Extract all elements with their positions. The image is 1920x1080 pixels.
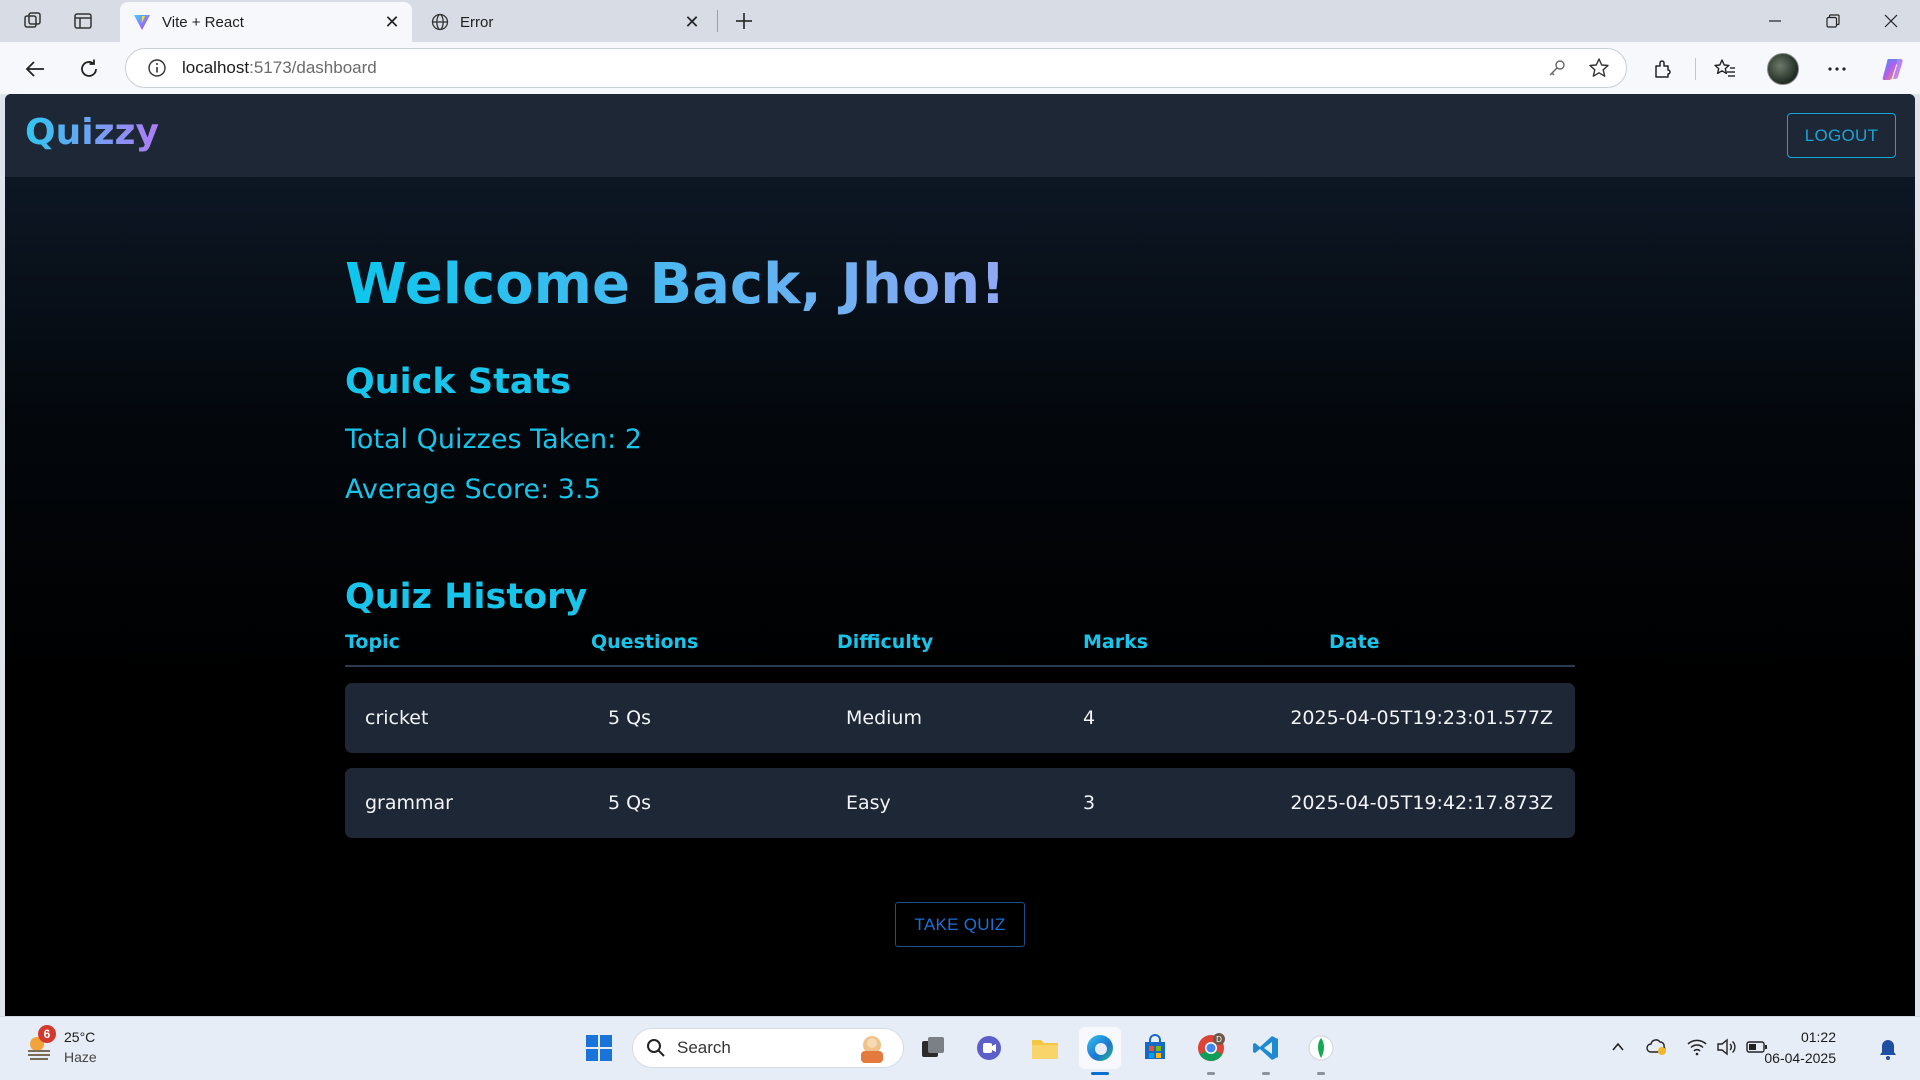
close-tab-icon[interactable]: ✕ bbox=[680, 10, 704, 34]
tab-vite-react[interactable]: Vite + React ✕ bbox=[120, 2, 412, 42]
dashboard-content: Welcome Back, Jhon! Quick Stats Total Qu… bbox=[5, 177, 1915, 1016]
table-row: grammar 5 Qs Easy 3 2025-04-05T19:42:17.… bbox=[345, 768, 1575, 838]
cell-marks: 4 bbox=[1083, 707, 1096, 729]
notification-bell-icon[interactable] bbox=[1876, 1037, 1900, 1061]
restore-icon[interactable] bbox=[1810, 6, 1856, 36]
chrome-icon[interactable]: D bbox=[1190, 1027, 1232, 1069]
toolbar-separator bbox=[1695, 58, 1696, 80]
windows-start-icon[interactable] bbox=[578, 1027, 620, 1069]
profile-avatar[interactable] bbox=[1767, 53, 1799, 85]
app-navbar: Quizzy LOGOUT bbox=[5, 94, 1915, 177]
running-app-indicator bbox=[1262, 1072, 1270, 1075]
globe-icon bbox=[430, 12, 450, 32]
tab-title: Vite + React bbox=[162, 13, 244, 31]
cell-questions: 5 Qs bbox=[608, 707, 651, 729]
copilot-icon[interactable] bbox=[1878, 54, 1908, 84]
windows-taskbar: 6 25°C Haze Search D 01:22 06-04-2025 bbox=[0, 1016, 1920, 1080]
vscode-icon[interactable] bbox=[1245, 1027, 1287, 1069]
clock-time[interactable]: 01:22 bbox=[1801, 1029, 1836, 1045]
edge-browser-icon[interactable] bbox=[1079, 1027, 1121, 1069]
extensions-icon[interactable] bbox=[1648, 54, 1678, 84]
url-text[interactable]: localhost:5173/dashboard bbox=[182, 58, 1542, 78]
favorite-star-icon[interactable] bbox=[1584, 53, 1614, 83]
search-icon bbox=[645, 1037, 667, 1059]
cell-difficulty: Easy bbox=[846, 792, 891, 814]
weather-condition[interactable]: Haze bbox=[64, 1049, 97, 1065]
running-app-indicator bbox=[1207, 1072, 1215, 1075]
address-bar[interactable]: localhost:5173/dashboard bbox=[125, 48, 1627, 88]
logout-button[interactable]: LOGOUT bbox=[1787, 113, 1896, 158]
file-explorer-icon[interactable] bbox=[1024, 1027, 1066, 1069]
cell-marks: 3 bbox=[1083, 792, 1096, 814]
search-highlight-icon bbox=[861, 1036, 883, 1063]
search-placeholder: Search bbox=[677, 1038, 731, 1057]
back-arrow-icon[interactable] bbox=[20, 54, 50, 84]
teams-chat-icon[interactable] bbox=[968, 1027, 1010, 1069]
site-info-icon[interactable] bbox=[146, 57, 168, 79]
tab-actions-icon[interactable] bbox=[70, 8, 96, 34]
chevron-up-icon[interactable] bbox=[1606, 1035, 1630, 1059]
column-header-questions: Questions bbox=[591, 631, 699, 653]
refresh-icon[interactable] bbox=[74, 54, 104, 84]
cell-topic: grammar bbox=[365, 792, 453, 814]
key-icon[interactable] bbox=[1542, 53, 1572, 83]
wifi-icon[interactable] bbox=[1685, 1035, 1709, 1059]
quiz-history-heading: Quiz History bbox=[345, 577, 588, 617]
table-row: cricket 5 Qs Medium 4 2025-04-05T19:23:0… bbox=[345, 683, 1575, 753]
weather-notification-badge: 6 bbox=[38, 1025, 56, 1043]
column-header-difficulty: Difficulty bbox=[837, 631, 934, 653]
onedrive-sync-icon[interactable] bbox=[1645, 1035, 1669, 1059]
cell-date: 2025-04-05T19:42:17.873Z bbox=[1290, 792, 1553, 814]
page-viewport: Quizzy LOGOUT Welcome Back, Jhon! Quick … bbox=[5, 94, 1915, 1016]
cell-date: 2025-04-05T19:23:01.577Z bbox=[1290, 707, 1553, 729]
workspaces-icon[interactable] bbox=[20, 8, 46, 34]
more-options-icon[interactable] bbox=[1822, 54, 1852, 84]
vite-logo-icon bbox=[132, 12, 152, 32]
chrome-profile-badge: D bbox=[1216, 1035, 1222, 1044]
brand-logo[interactable]: Quizzy bbox=[25, 112, 159, 153]
volume-icon[interactable] bbox=[1714, 1035, 1738, 1059]
column-header-topic: Topic bbox=[345, 631, 400, 653]
column-header-marks: Marks bbox=[1083, 631, 1149, 653]
tab-error[interactable]: Error ✕ bbox=[418, 2, 712, 42]
mongodb-compass-icon[interactable] bbox=[1300, 1027, 1342, 1069]
url-path: :5173/dashboard bbox=[249, 58, 377, 77]
microsoft-store-icon[interactable] bbox=[1134, 1027, 1176, 1069]
weather-temperature[interactable]: 25°C bbox=[64, 1029, 95, 1045]
task-view-icon[interactable] bbox=[912, 1027, 954, 1069]
running-app-indicator bbox=[1317, 1072, 1325, 1075]
browser-toolbar: localhost:5173/dashboard bbox=[0, 42, 1920, 94]
tab-separator bbox=[717, 10, 718, 32]
quick-stats-heading: Quick Stats bbox=[345, 362, 571, 402]
browser-tab-bar: Vite + React ✕ Error ✕ bbox=[0, 0, 1920, 42]
minimize-icon[interactable] bbox=[1752, 6, 1798, 36]
close-window-icon[interactable] bbox=[1868, 6, 1914, 36]
take-quiz-button[interactable]: TAKE QUIZ bbox=[895, 902, 1025, 947]
cell-topic: cricket bbox=[365, 707, 429, 729]
url-host: localhost bbox=[182, 58, 250, 77]
close-tab-icon[interactable]: ✕ bbox=[380, 10, 404, 34]
average-score-stat: Average Score: 3.5 bbox=[345, 474, 601, 505]
cell-difficulty: Medium bbox=[846, 707, 922, 729]
favorites-icon[interactable] bbox=[1710, 54, 1740, 84]
tab-title: Error bbox=[460, 13, 494, 31]
column-header-date: Date bbox=[1329, 631, 1380, 653]
total-quizzes-stat: Total Quizzes Taken: 2 bbox=[345, 424, 642, 455]
cell-questions: 5 Qs bbox=[608, 792, 651, 814]
active-app-indicator bbox=[1091, 1072, 1109, 1075]
clock-date[interactable]: 06-04-2025 bbox=[1764, 1050, 1836, 1066]
new-tab-icon[interactable] bbox=[730, 8, 758, 34]
taskbar-search[interactable]: Search bbox=[632, 1028, 904, 1068]
history-table-header: Topic Questions Difficulty Marks Date bbox=[345, 629, 1575, 667]
welcome-heading: Welcome Back, Jhon! bbox=[345, 252, 1006, 317]
